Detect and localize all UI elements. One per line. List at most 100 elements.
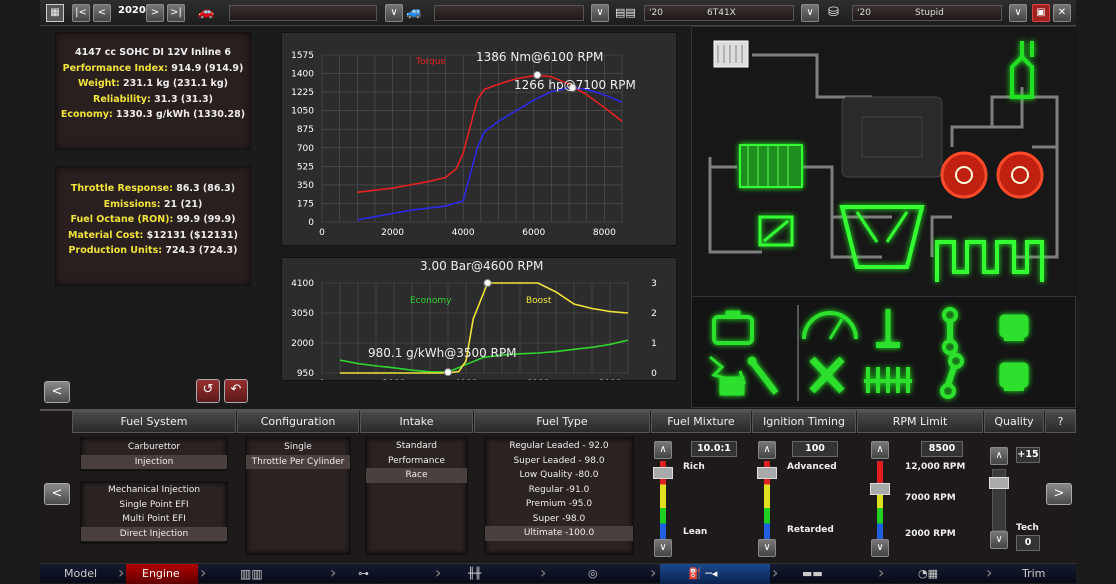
model-dropdown-button[interactable]: ∨ (591, 4, 609, 22)
torque-power-chart: 0 175 350 525 700 875 1050 1225 1400 1575 0 2000 400… (281, 32, 677, 246)
x-tick-label: 0 (319, 379, 325, 381)
ignition-down-button[interactable]: ∨ (758, 539, 776, 557)
quality-tech-value: 0 (1016, 535, 1040, 551)
piston-2-icon[interactable] (999, 362, 1029, 391)
piston-icon[interactable] (999, 314, 1029, 341)
model-field[interactable] (434, 5, 584, 21)
valve-icon[interactable] (876, 309, 900, 348)
quality-tech-label: Tech (1016, 523, 1039, 533)
injection-mechanical[interactable]: Mechanical Injection (81, 483, 227, 498)
trim-engine-field[interactable]: '20 Stupid (852, 5, 1002, 21)
air-filter-icon[interactable] (713, 40, 749, 68)
trim-dropdown-button[interactable]: ∨ (1009, 4, 1027, 22)
connecting-rod-icon[interactable] (942, 307, 958, 355)
quality-up-button[interactable]: ∧ (990, 447, 1008, 465)
wrench-icon[interactable] (809, 356, 845, 394)
model-family-dropdown-button[interactable]: ∨ (385, 4, 403, 22)
stat-engine-desc: 4147 cc SOHC DI 12V Inline 6 (74, 47, 231, 58)
spark-plug-icon[interactable] (747, 356, 779, 395)
undo-icon[interactable]: ↶ (224, 379, 248, 403)
fuel-mixture-up-button[interactable]: ∧ (654, 441, 672, 459)
injection-multi-point[interactable]: Multi Point EFI (81, 512, 227, 527)
fuel-system-injection[interactable]: Injection (81, 454, 227, 469)
block-crack-icon[interactable] (709, 355, 746, 396)
fuel-mixture-down-button[interactable]: ∨ (654, 539, 672, 557)
calendar-icon[interactable]: ▦ (46, 4, 64, 22)
year-next-button[interactable]: > (146, 4, 164, 22)
prev-page-button[interactable]: < (44, 381, 70, 403)
nav-turbo-icon[interactable]: ◎ (588, 566, 598, 582)
intake-standard[interactable]: Standard (366, 439, 467, 454)
nav-engine[interactable]: Engine (142, 566, 180, 582)
x-tick-label: 6000 (527, 379, 550, 381)
x-tick-label: 2000 (381, 228, 404, 238)
nav-chevron-icon: › (435, 563, 442, 582)
nav-crank-icon[interactable]: ╫╫ (468, 566, 481, 582)
injection-direct[interactable]: Direct Injection (81, 526, 227, 541)
bottom-nav: Model › Engine › ▥▥ › ⊶ › ╫╫ › ◎ › ⛽ ─◂ … (40, 563, 1076, 584)
ignition-timing-value: 100 (792, 441, 838, 457)
y-tick-label: 950 (297, 369, 314, 379)
nav-block-icon[interactable]: ▥▥ (240, 566, 263, 582)
quality-slider-handle[interactable] (989, 477, 1009, 489)
fuel-super[interactable]: Super -98.0 (485, 512, 633, 527)
stat-material-cost: Material Cost: $12131 ($12131) (68, 229, 238, 241)
engine-icon[interactable] (712, 310, 754, 345)
save-icon[interactable]: ▣ (1032, 4, 1050, 22)
connecting-rod-2-icon[interactable] (940, 353, 964, 399)
close-icon[interactable]: ✕ (1053, 4, 1071, 22)
y-tick-label: 1050 (291, 107, 314, 117)
prev-section-button[interactable]: < (44, 483, 70, 505)
year-prev-button[interactable]: < (93, 4, 111, 22)
nav-exhaust-icon[interactable]: ▬▬ (802, 566, 823, 582)
ignition-slider-handle[interactable] (757, 467, 777, 479)
nav-fuel-icon[interactable]: ⛽ ─◂ (688, 566, 717, 582)
fuel-ultimate[interactable]: Ultimate -100.0 (485, 526, 633, 541)
nav-chevron-icon: › (200, 563, 207, 582)
rpm-up-button[interactable]: ∧ (871, 441, 889, 459)
engine-dropdown-button[interactable]: ∨ (801, 4, 819, 22)
reset-icon[interactable]: ↺ (196, 379, 220, 403)
injection-single-point[interactable]: Single Point EFI (81, 498, 227, 513)
engine-diagram (691, 26, 1077, 296)
year-label: 2020 (118, 5, 146, 16)
fuel-mixture-slider-handle[interactable] (653, 467, 673, 479)
crankshaft-icon[interactable] (864, 367, 912, 393)
fuel-regular[interactable]: Regular -91.0 (485, 483, 633, 498)
y-tick-label: 3050 (291, 309, 314, 319)
model-family-field[interactable] (229, 5, 377, 21)
car-model-icon: 🚙 (406, 5, 423, 20)
fuel-type-list: Regular Leaded - 92.0 Super Leaded - 98.… (484, 437, 634, 555)
car-family-icon: 🚗 (198, 5, 215, 20)
rpm-down-button[interactable]: ∨ (871, 539, 889, 557)
gauge-icon[interactable] (802, 311, 858, 340)
config-single[interactable]: Single (246, 440, 350, 455)
engine-field[interactable]: '20 6T41X (644, 5, 794, 21)
rpm-label-high: 12,000 RPM (905, 462, 966, 472)
nav-head-icon[interactable]: ⊶ (358, 566, 369, 582)
rpm-slider-handle[interactable] (870, 483, 890, 495)
nav-model[interactable]: Model (64, 566, 97, 582)
nav-trim[interactable]: Trim (1022, 566, 1045, 582)
fuel-type-section: Fuel Type Regular Leaded - 92.0 Super Le… (474, 411, 650, 565)
fuel-regular-leaded[interactable]: Regular Leaded - 92.0 (485, 439, 633, 454)
ignition-up-button[interactable]: ∧ (758, 441, 776, 459)
year-first-button[interactable]: |< (72, 4, 90, 22)
fuel-system-carburettor[interactable]: Carburettor (81, 440, 227, 455)
help-button[interactable]: ? (1045, 411, 1076, 433)
fuel-low-quality[interactable]: Low Quality -80.0 (485, 468, 633, 483)
intake-performance[interactable]: Performance (366, 454, 467, 469)
next-section-button[interactable]: > (1046, 483, 1072, 505)
intercooler-icon[interactable] (739, 144, 803, 188)
ignition-timing-header: Ignition Timing (752, 411, 856, 433)
y-tick-label: 175 (297, 199, 314, 209)
fuel-super-leaded[interactable]: Super Leaded - 98.0 (485, 454, 633, 469)
fuel-type-header: Fuel Type (474, 411, 650, 433)
nav-dyno-icon[interactable]: ◔▦ (918, 566, 938, 582)
quality-down-button[interactable]: ∨ (990, 531, 1008, 549)
config-throttle-per-cylinder[interactable]: Throttle Per Cylinder (246, 454, 350, 469)
fuel-premium[interactable]: Premium -95.0 (485, 497, 633, 512)
year-last-button[interactable]: >| (167, 4, 185, 22)
intake-race[interactable]: Race (366, 468, 467, 483)
y-tick-label: 1575 (291, 51, 314, 61)
